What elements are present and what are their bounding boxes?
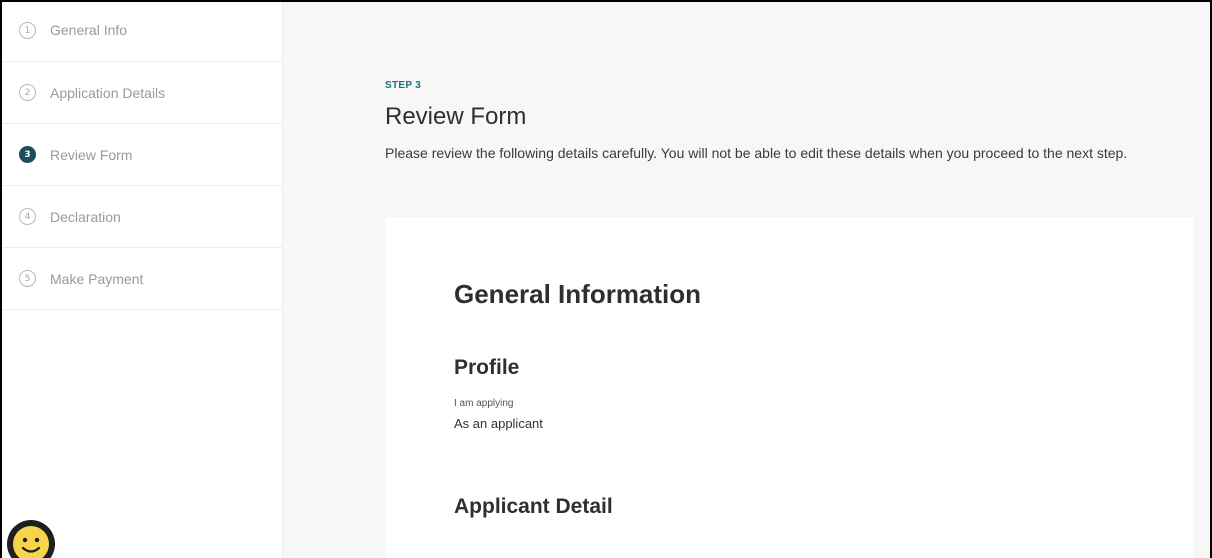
step-number-badge: 1 <box>19 22 36 39</box>
sidebar-step-label: Application Details <box>50 84 166 101</box>
step-number-badge: 5 <box>19 270 36 287</box>
review-header: STEP 3 Review Form Please review the fol… <box>385 80 1195 164</box>
sidebar-step-label: Review Form <box>50 146 133 163</box>
review-card: General Information Profile I am applyin… <box>385 217 1193 558</box>
app-frame: 1 General Info 2 Application Details 3 R… <box>0 0 1212 558</box>
sidebar-step-declaration[interactable]: 4 Declaration <box>2 186 282 248</box>
step-indicator: STEP 3 <box>385 80 422 91</box>
sidebar-step-label: General Info <box>50 22 128 38</box>
sidebar-step-application-details[interactable]: 2 Application Details <box>2 62 282 124</box>
review-card-body: General Information Profile I am applyin… <box>454 279 701 519</box>
sidebar-step-general-info[interactable]: 1 General Info <box>2 2 282 62</box>
step-number-badge: 4 <box>19 208 36 225</box>
step-number-badge: 3 <box>19 146 36 163</box>
sidebar-step-label: Declaration <box>50 208 121 225</box>
subsection-title-applicant-detail: Applicant Detail <box>454 495 613 518</box>
main-content: STEP 3 Review Form Please review the fol… <box>283 2 1210 558</box>
sidebar-step-label: Make Payment <box>50 270 144 287</box>
page-title: Review Form <box>385 103 527 130</box>
section-title-general-information: General Information <box>454 279 702 309</box>
field-label-applying: I am applying <box>454 398 514 409</box>
sidebar-step-review-form[interactable]: 3 Review Form <box>2 124 282 186</box>
smiley-face-icon <box>13 526 49 558</box>
field-value-applying: As an applicant <box>454 416 543 431</box>
subsection-title-profile: Profile <box>454 356 520 379</box>
step-number-badge: 2 <box>19 84 36 101</box>
page-description: Please review the following details care… <box>385 145 1128 161</box>
sidebar-step-make-payment[interactable]: 5 Make Payment <box>2 248 282 310</box>
helper-chat-button[interactable] <box>7 520 55 558</box>
steps-sidebar: 1 General Info 2 Application Details 3 R… <box>2 2 283 558</box>
